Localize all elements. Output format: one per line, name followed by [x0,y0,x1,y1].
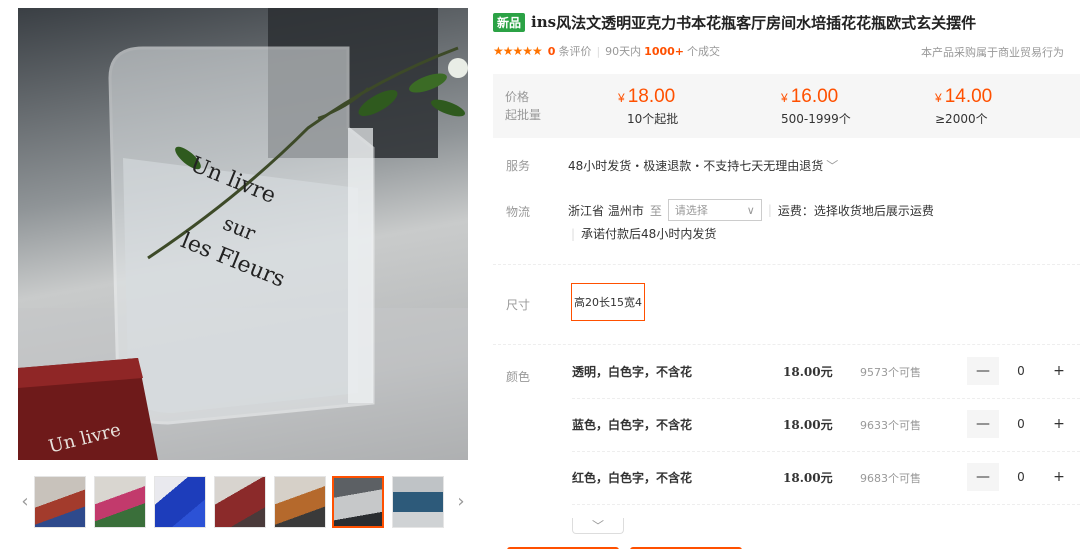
sku-price: 18.00元 [783,365,833,379]
service-options[interactable]: 48小时发货・极速退款・不支持七天无理由退货 ﹀ [568,157,838,174]
sales-prefix: 90天内 [605,45,642,58]
new-badge: 新品 [493,12,526,32]
size-option-selected[interactable]: 高20长15宽4 [571,283,645,321]
section-divider [493,344,1080,345]
divider: | [571,227,576,241]
divider: | [767,203,772,217]
thumbnail-image [155,477,205,527]
chevron-down-icon[interactable]: ﹀ [826,159,838,173]
currency-symbol: ¥ [935,91,942,105]
sku-price: 18.00元 [783,418,833,432]
title-row: 新品 ins 风法文透明亚克力书本花瓶客厅房间水培插花花瓶欧式玄关摆件 [493,10,1080,34]
rating-row: ★★★★★ 0 条评价 | 90天内 1000+ 个成交 本产品采购属于商业贸易… [493,42,1080,60]
quantity-stepper: — 0 + [967,357,1080,385]
sku-row: 蓝色，白色字，不含花 18.00元 9633个可售 — 0 + [493,399,1080,449]
decrease-button[interactable]: — [967,410,999,438]
star-rating-icon: ★★★★★ [493,44,543,58]
thumbnail-image [95,477,145,527]
sku-name: 透明，白色字，不含花 [572,365,693,379]
destination-select[interactable]: 请选择 ∨ [667,199,762,221]
expand-more-button[interactable]: ﹀ [572,518,624,534]
sku-stock: 9633个可售 [860,419,921,432]
product-gallery: Un livre sur les Fleurs Un livre ‹ › [18,8,468,528]
review-label[interactable]: 条评价 [558,43,591,59]
review-count[interactable]: 0 [548,45,556,58]
sales-count: 1000+ [644,44,685,58]
thumbnail-4[interactable] [214,476,266,528]
shipping-promise-text: 承诺付款后48小时内发货 [581,227,717,241]
tier-price: 16.00 [790,86,839,107]
tier-quantity: 10个起批 [627,112,679,126]
origin-location: 浙江省 温州市 [568,203,644,218]
chevron-down-icon: ∨ [746,203,755,217]
sku-row: 红色，白色字，不含花 18.00元 9683个可售 — 0 + [493,452,1080,502]
currency-symbol: ¥ [781,91,788,105]
currency-symbol: ¥ [618,91,625,105]
row-divider [572,504,1080,505]
increase-button[interactable]: + [1043,463,1075,491]
thumbnail-image [334,478,382,526]
tier-price: 18.00 [627,86,676,107]
thumbnail-image [215,477,265,527]
price-box: 价格 起批量 ¥18.00 10个起批 ¥16.00 500-1999个 ¥14… [493,74,1080,138]
tier-price: 14.00 [944,86,993,107]
service-text: 48小时发货・极速退款・不支持七天无理由退货 [568,159,824,173]
product-title: 风法文透明亚克力书本花瓶客厅房间水培插花花瓶欧式玄关摆件 [556,13,977,32]
tier-quantity: 500-1999个 [781,112,851,126]
size-label: 尺寸 [506,298,531,312]
main-product-image[interactable]: Un livre sur les Fleurs Un livre [18,8,468,460]
prev-thumbnail-arrow[interactable]: ‹ [18,482,32,522]
price-tier-1: ¥18.00 10个起批 [618,86,768,127]
thumbnail-image [393,477,443,527]
quantity-stepper: — 0 + [967,463,1080,491]
sku-stock: 9573个可售 [860,366,921,379]
thumbnail-1[interactable] [34,476,86,528]
shipping-promise: | 承诺付款后48小时内发货 [571,225,716,242]
thumbnail-image [35,477,85,527]
divider: | [596,44,601,58]
product-title-prefix: ins [531,13,557,31]
thumbnail-6-active[interactable] [332,476,384,528]
thumbnail-image [275,477,325,527]
thumbnail-2[interactable] [94,476,146,528]
price-labels: 价格 起批量 [505,88,541,124]
decrease-button[interactable]: — [967,463,999,491]
moq-label: 起批量 [505,108,542,122]
quantity-stepper: — 0 + [967,410,1080,438]
thumbnail-strip: ‹ › [18,474,468,530]
destination-placeholder: 请选择 [674,204,708,217]
quantity-input[interactable]: 0 [999,463,1043,491]
thumbnail-5[interactable] [274,476,326,528]
price-tier-3: ¥14.00 ≥2000个 [935,86,1080,127]
sku-name: 蓝色，白色字，不含花 [572,418,693,432]
next-thumbnail-arrow[interactable]: › [454,482,468,522]
sku-price: 18.00元 [783,471,833,485]
thumbnail-3[interactable] [154,476,206,528]
sales-suffix: 个成交 [687,45,721,58]
price-label: 价格 [505,90,530,104]
sku-name: 红色，白色字，不含花 [572,471,693,485]
section-divider [493,264,1080,265]
logistics-label: 物流 [506,205,531,219]
service-label: 服务 [506,159,531,173]
chevron-down-icon: ﹀ [591,519,604,533]
quantity-input[interactable]: 0 [999,410,1043,438]
sku-stock: 9683个可售 [860,472,921,485]
increase-button[interactable]: + [1043,410,1075,438]
tier-quantity: ≥2000个 [935,112,988,126]
decrease-button[interactable]: — [967,357,999,385]
thumbnail-7[interactable] [392,476,444,528]
sku-row: 透明，白色字，不含花 18.00元 9573个可售 — 0 + [493,346,1080,396]
logistics-row: 浙江省 温州市 至 请选择 ∨ | 运费：选择收货地后展示运费 [568,199,934,221]
to-label: 至 [649,203,662,218]
increase-button[interactable]: + [1043,357,1075,385]
shipping-fee: 运费：选择收货地后展示运费 [777,203,934,218]
quantity-input[interactable]: 0 [999,357,1043,385]
purchase-note: 本产品采购属于商业贸易行为 [921,46,1064,59]
price-tier-2: ¥16.00 500-1999个 [781,86,931,127]
